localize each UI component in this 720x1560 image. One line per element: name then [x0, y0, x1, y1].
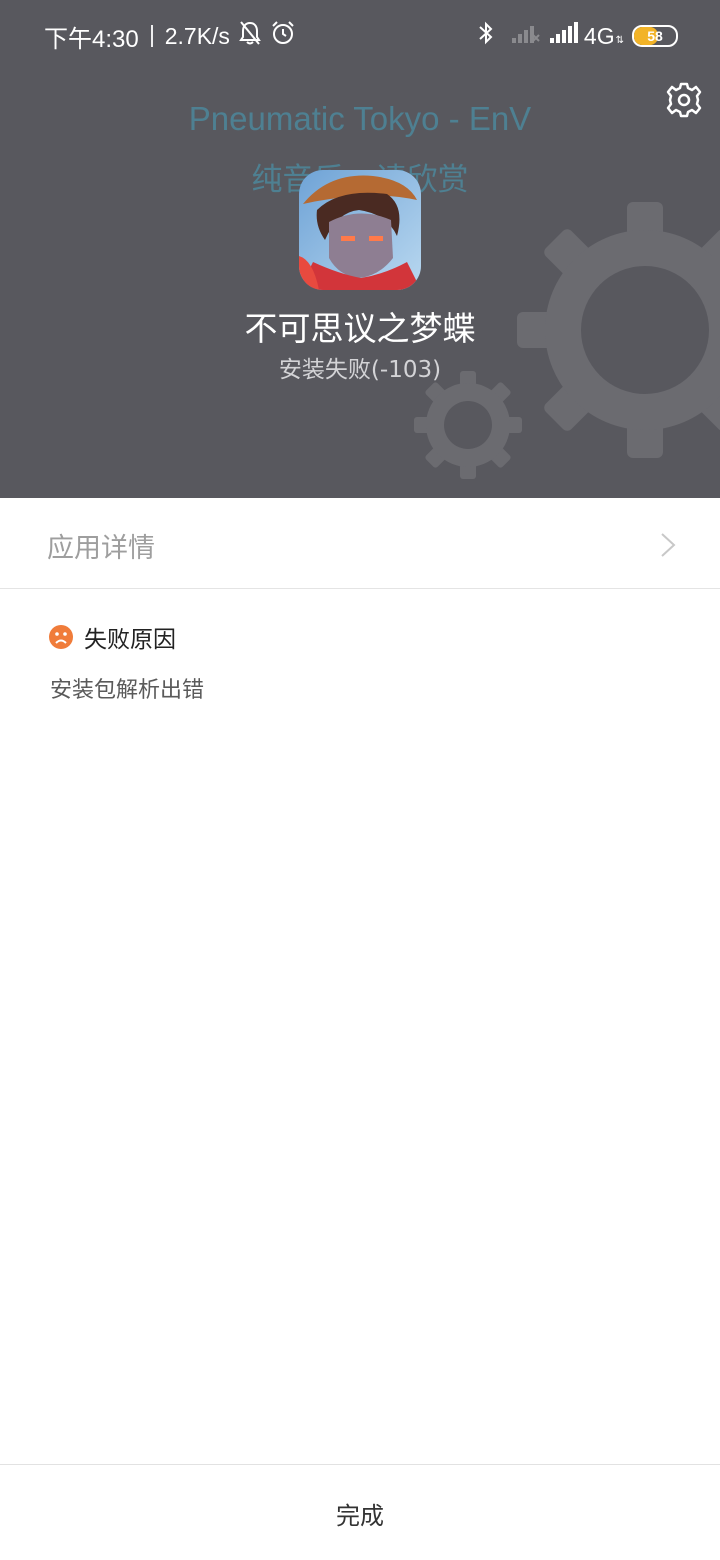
- signal-sim2-icon: [549, 22, 578, 50]
- alarm-icon: [270, 20, 296, 52]
- app-details-row[interactable]: 应用详情: [0, 498, 720, 589]
- network-speed: 2.7K/s: [164, 22, 230, 49]
- data-activity-icon: ⇅: [615, 34, 624, 46]
- app-details-label: 应用详情: [47, 533, 155, 564]
- status-bar-left: 下午4:30 2.7K/s: [44, 20, 296, 53]
- bell-off-icon: [238, 20, 262, 52]
- bluetooth-icon: [476, 21, 496, 51]
- status-bar: 下午4:30 2.7K/s 4G ⇅ 58: [0, 0, 720, 70]
- bottom-action-bar: 完成: [0, 1464, 720, 1560]
- failure-reason-text: 安装包解析出错: [50, 678, 205, 703]
- app-name: 不可思议之梦蝶: [244, 309, 476, 348]
- decorative-small-gear-icon: [414, 371, 522, 479]
- install-status: 安装失败(-103): [278, 357, 442, 383]
- install-result-header: 下午4:30 2.7K/s 4G ⇅ 58 Pneumatic Tokyo - …: [0, 0, 720, 498]
- failure-reason-title: 失败原因: [84, 627, 176, 653]
- sad-face-icon: [49, 625, 73, 649]
- signal-sim1-icon: [511, 22, 540, 50]
- status-time: 下午4:30: [44, 25, 139, 53]
- app-icon: [299, 170, 421, 290]
- done-button[interactable]: 完成: [0, 1465, 720, 1560]
- network-type: 4G: [583, 22, 615, 49]
- battery-level: 58: [647, 28, 663, 44]
- status-divider: [150, 25, 153, 47]
- status-bar-right: 4G ⇅ 58: [476, 20, 678, 52]
- install-failed-screen: 下午4:30 2.7K/s 4G ⇅ 58 Pneumatic Tokyo - …: [0, 0, 720, 1560]
- chevron-right-icon: [661, 533, 676, 557]
- failure-reason-header: 失败原因: [48, 620, 176, 654]
- lyric-title: Pneumatic Tokyo - EnV: [188, 100, 532, 137]
- battery-icon: 58: [632, 25, 678, 47]
